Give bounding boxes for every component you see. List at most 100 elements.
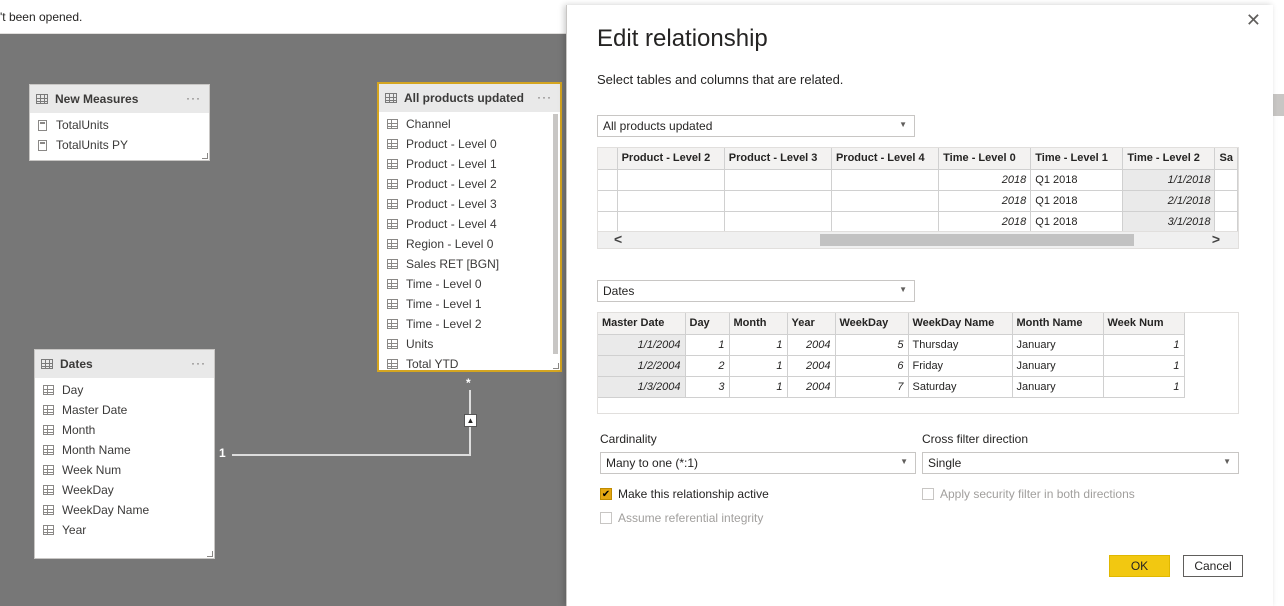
resize-handle[interactable]: [207, 551, 213, 557]
field-item[interactable]: Product - Level 1: [379, 154, 560, 174]
field-item[interactable]: Master Date: [35, 400, 214, 420]
column-header[interactable]: Product - Level 4: [831, 148, 940, 170]
table1-dropdown[interactable]: All products updated ▼: [597, 115, 915, 137]
table-card-title: Dates: [60, 357, 93, 371]
column-icon: [43, 405, 54, 415]
field-item[interactable]: Region - Level 0: [379, 234, 560, 254]
horizontal-scrollbar[interactable]: < >: [598, 231, 1238, 248]
field-item[interactable]: Time - Level 1: [379, 294, 560, 314]
table2-preview-grid[interactable]: Master Date Day Month Year WeekDay WeekDay Na…: [597, 312, 1239, 414]
table-cell: 6: [835, 355, 909, 377]
field-item[interactable]: Product - Level 2: [379, 174, 560, 194]
scrollbar-thumb[interactable]: [820, 234, 1134, 246]
field-list: TotalUnits TotalUnits PY: [30, 113, 209, 155]
more-options-icon[interactable]: ···: [191, 356, 206, 370]
field-label: Year: [62, 523, 87, 537]
column-header[interactable]: WeekDay Name: [908, 313, 1013, 335]
table-cell: 1: [1103, 355, 1185, 377]
table-card-dates[interactable]: Dates ··· Day Master Date Month Month Name W…: [34, 349, 215, 559]
field-item[interactable]: Sales RET [BGN]: [379, 254, 560, 274]
security-filter-label: Apply security filter in both directions: [940, 487, 1135, 501]
column-icon: [387, 319, 398, 329]
field-item[interactable]: Month: [35, 420, 214, 440]
column-header[interactable]: Time - Level 1: [1030, 148, 1124, 170]
resize-handle[interactable]: [553, 363, 559, 369]
relationship-line[interactable]: [232, 454, 470, 456]
column-icon: [43, 525, 54, 535]
security-filter-checkbox: Apply security filter in both directions: [922, 487, 1135, 501]
column-header[interactable]: WeekDay: [835, 313, 909, 335]
column-header[interactable]: Product - Level 2: [617, 148, 725, 170]
cancel-button[interactable]: Cancel: [1183, 555, 1243, 577]
field-label: Product - Level 1: [406, 157, 497, 171]
field-item[interactable]: Month Name: [35, 440, 214, 460]
close-icon[interactable]: ✕: [1246, 10, 1261, 31]
table-cell: 2004: [787, 355, 836, 377]
field-label: TotalUnits: [56, 118, 109, 132]
field-item[interactable]: Product - Level 4: [379, 214, 560, 234]
more-options-icon[interactable]: ···: [537, 90, 552, 104]
field-label: Product - Level 4: [406, 217, 497, 231]
field-list: Day Master Date Month Month Name Week Num Wee…: [35, 378, 214, 540]
table-icon: [36, 94, 48, 104]
column-header[interactable]: Sa: [1214, 148, 1238, 170]
relationship-one-label: 1: [219, 446, 226, 460]
ok-button[interactable]: OK: [1109, 555, 1170, 577]
scroll-right-icon[interactable]: >: [1212, 231, 1220, 247]
make-active-checkbox[interactable]: ✔ Make this relationship active: [600, 487, 769, 501]
field-item[interactable]: WeekDay Name: [35, 500, 214, 520]
table-card-header[interactable]: All products updated ···: [379, 84, 560, 112]
column-header[interactable]: Time - Level 2: [1122, 148, 1216, 170]
field-item[interactable]: TotalUnits PY: [30, 135, 209, 155]
column-icon: [387, 359, 398, 369]
field-item[interactable]: Time - Level 2: [379, 314, 560, 334]
table-cell: 1: [685, 334, 730, 356]
column-header[interactable]: Month Name: [1012, 313, 1104, 335]
filter-direction-arrow-icon[interactable]: ▲: [464, 414, 477, 427]
table-cell: Friday: [908, 355, 1013, 377]
table1-preview-grid[interactable]: Product - Level 2 Product - Level 3 Produc…: [597, 147, 1239, 249]
notification-text: 't been opened.: [0, 10, 83, 24]
cross-filter-select[interactable]: Single ▼: [922, 452, 1239, 474]
edit-relationship-dialog: ✕ Edit relationship Select tables and co…: [566, 5, 1273, 606]
column-header[interactable]: Month: [729, 313, 788, 335]
relationship-many-label: *: [466, 376, 471, 390]
field-item[interactable]: Product - Level 3: [379, 194, 560, 214]
field-item[interactable]: Day: [35, 380, 214, 400]
field-label: WeekDay Name: [62, 503, 150, 517]
column-header[interactable]: Master Date: [598, 313, 686, 335]
table-card-header[interactable]: New Measures ···: [30, 85, 209, 113]
table-card-all-products[interactable]: All products updated ··· Channel Product …: [377, 82, 562, 372]
column-header[interactable]: Product - Level 3: [724, 148, 832, 170]
resize-handle[interactable]: [202, 153, 208, 159]
table-card-header[interactable]: Dates ···: [35, 350, 214, 378]
background-panel: [1273, 0, 1284, 606]
table-card-new-measures[interactable]: New Measures ··· TotalUnits TotalUnits P…: [29, 84, 210, 161]
field-item[interactable]: Product - Level 0: [379, 134, 560, 154]
cardinality-select[interactable]: Many to one (*:1) ▼: [600, 452, 916, 474]
table-cell: 1: [1103, 376, 1185, 398]
field-item[interactable]: Units: [379, 334, 560, 354]
more-options-icon[interactable]: ···: [186, 91, 201, 105]
table-cell: 1/1/2018: [1122, 169, 1216, 191]
field-item[interactable]: Channel: [379, 114, 560, 134]
table-card-title: All products updated: [404, 91, 524, 105]
column-header[interactable]: Year: [787, 313, 836, 335]
table-header-row: Master Date Day Month Year WeekDay WeekDay Na…: [598, 313, 1185, 335]
field-item[interactable]: Total YTD: [379, 354, 560, 374]
scroll-left-icon[interactable]: <: [614, 231, 622, 247]
column-header[interactable]: Day: [685, 313, 730, 335]
column-header[interactable]: Week Num: [1103, 313, 1185, 335]
field-item[interactable]: Time - Level 0: [379, 274, 560, 294]
field-item[interactable]: TotalUnits: [30, 115, 209, 135]
vertical-scrollbar[interactable]: [553, 114, 558, 354]
column-icon: [387, 219, 398, 229]
column-header[interactable]: Time - Level 0: [938, 148, 1032, 170]
table2-dropdown[interactable]: Dates ▼: [597, 280, 915, 302]
field-item[interactable]: Week Num: [35, 460, 214, 480]
field-label: Units: [406, 337, 434, 351]
field-item[interactable]: WeekDay: [35, 480, 214, 500]
vertical-scrollbar[interactable]: [1273, 94, 1284, 116]
field-item[interactable]: Year: [35, 520, 214, 540]
row-header-cell: [598, 148, 618, 170]
